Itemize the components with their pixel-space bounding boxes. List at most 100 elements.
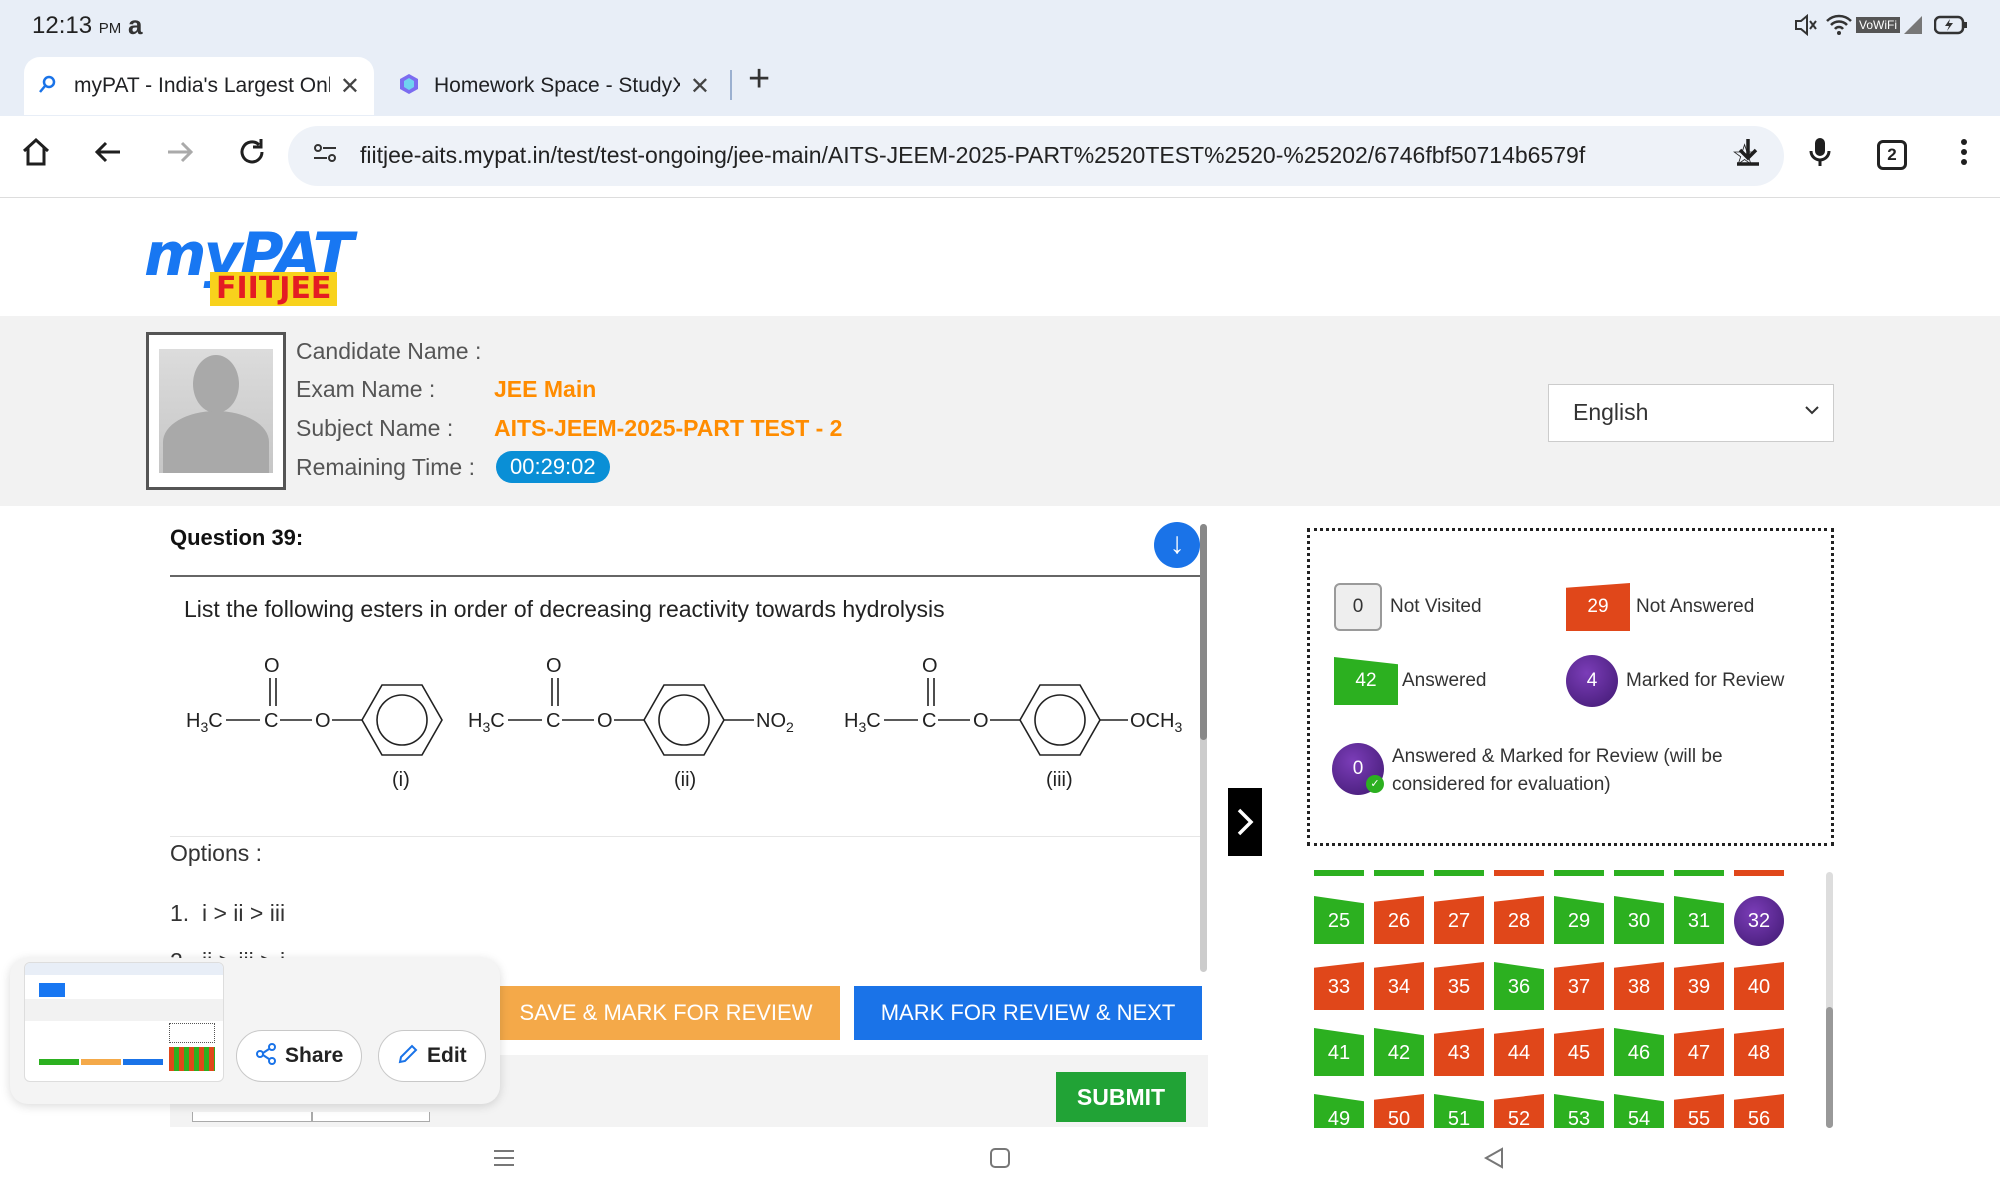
not-visited-label: Not Visited (1390, 596, 1482, 617)
submit-button[interactable]: SUBMIT (1056, 1072, 1186, 1122)
structure-ii: H3C C O O NO2 (ii) (468, 655, 794, 791)
structure-label-i: (i) (392, 769, 410, 791)
palette-question-button[interactable]: 52 (1494, 1094, 1544, 1128)
palette-question-button-partial[interactable] (1374, 870, 1424, 876)
palette-question-button[interactable]: 51 (1434, 1094, 1484, 1128)
palette-question-button[interactable]: 48 (1734, 1028, 1784, 1076)
palette-question-button[interactable]: 49 (1314, 1094, 1364, 1128)
home-icon[interactable] (14, 136, 58, 176)
palette-question-button[interactable]: 34 (1374, 962, 1424, 1010)
palette-question-button[interactable]: 43 (1434, 1028, 1484, 1076)
screenshot-thumbnail[interactable] (24, 962, 224, 1082)
palette-question-button[interactable]: 42 (1374, 1028, 1424, 1076)
language-select[interactable]: English (1548, 384, 1834, 442)
palette-question-button[interactable]: 46 (1614, 1028, 1664, 1076)
back-icon[interactable] (86, 136, 130, 176)
palette-question-button[interactable]: 45 (1554, 1028, 1604, 1076)
svg-text:H3C: H3C (468, 710, 505, 735)
scroll-down-icon[interactable]: ↓ (1154, 522, 1200, 568)
remaining-time-value: 00:29:02 (496, 451, 610, 483)
mypat-logo[interactable]: myPAT FIITJEE (144, 212, 354, 308)
tab-studyx[interactable]: Homework Space - StudyX ✕ (384, 57, 724, 115)
back-nav-icon[interactable] (1482, 1144, 1506, 1178)
palette-question-button-partial[interactable] (1434, 870, 1484, 876)
svg-text:C: C (546, 710, 560, 732)
question-text: List the following esters in order of de… (184, 596, 945, 622)
palette-question-button[interactable]: 30 (1614, 896, 1664, 944)
tab-switcher-button[interactable]: 2 (1877, 140, 1907, 170)
palette-question-button[interactable]: 44 (1494, 1028, 1544, 1076)
palette-question-button[interactable]: 55 (1674, 1094, 1724, 1128)
avatar (146, 332, 286, 490)
answered-marked-label: Answered & Marked for Review (will be co… (1392, 746, 1723, 795)
palette-question-button[interactable]: 31 (1674, 896, 1724, 944)
svg-text:NO2: NO2 (756, 710, 794, 735)
palette-question-button[interactable]: 56 (1734, 1094, 1784, 1128)
svg-text:OCH3: OCH3 (1130, 710, 1182, 735)
palette-question-button-partial[interactable] (1314, 870, 1364, 876)
microphone-icon[interactable] (1798, 136, 1842, 176)
option-1[interactable]: 1. i > ii > iii (170, 900, 285, 927)
edit-button[interactable]: Edit (378, 1030, 486, 1082)
question-scrollbar[interactable] (1200, 524, 1207, 972)
palette-question-button[interactable]: 39 (1674, 962, 1724, 1010)
svg-text:C: C (264, 710, 278, 732)
back-button[interactable] (192, 1112, 312, 1122)
palette-question-button[interactable]: 37 (1554, 962, 1604, 1010)
download-icon[interactable] (1726, 136, 1770, 176)
marked-review-badge: 4 (1566, 655, 1618, 707)
clock-time: 12:13 (32, 12, 93, 39)
address-bar[interactable]: fiitjee-aits.mypat.in/test/test-ongoing/… (288, 126, 1784, 186)
reload-icon[interactable] (230, 136, 274, 176)
question-title: Question 39: (170, 525, 304, 550)
palette-question-button[interactable]: 26 (1374, 896, 1424, 944)
next-button[interactable] (312, 1112, 430, 1122)
palette-question-button[interactable]: 28 (1494, 896, 1544, 944)
palette-scrollbar[interactable] (1826, 872, 1833, 1128)
save-mark-review-button[interactable]: SAVE & MARK FOR REVIEW (492, 986, 840, 1040)
exam-name-value: JEE Main (494, 376, 597, 402)
battery-icon (1933, 14, 1968, 42)
palette-question-button-partial[interactable] (1734, 870, 1784, 876)
palette-question-button-partial[interactable] (1674, 870, 1724, 876)
share-button[interactable]: Share (236, 1030, 363, 1082)
site-info-icon[interactable] (312, 140, 338, 173)
close-icon[interactable]: ✕ (690, 72, 710, 101)
palette-question-button[interactable]: 29 (1554, 896, 1604, 944)
structure-label-iii: (iii) (1046, 769, 1073, 791)
recents-icon[interactable] (492, 1144, 516, 1178)
url-text[interactable]: fiitjee-aits.mypat.in/test/test-ongoing/… (360, 142, 1640, 169)
panel-toggle-button[interactable] (1228, 788, 1262, 856)
palette-question-button[interactable]: 54 (1614, 1094, 1664, 1128)
forward-icon[interactable] (158, 136, 202, 176)
palette-question-button[interactable]: 33 (1314, 962, 1364, 1010)
palette-question-button[interactable]: 41 (1314, 1028, 1364, 1076)
palette-question-button-partial[interactable] (1614, 870, 1664, 876)
chevron-down-icon (1805, 399, 1819, 420)
new-tab-button[interactable]: + (748, 58, 770, 101)
palette-question-button[interactable]: 32 (1734, 896, 1784, 946)
palette-question-button[interactable]: 47 (1674, 1028, 1724, 1076)
svg-text:H3C: H3C (186, 710, 223, 735)
mark-review-next-button[interactable]: MARK FOR REVIEW & NEXT (854, 986, 1202, 1040)
status-bar: 12:13 PM a VoWiFi (0, 0, 2000, 52)
palette-question-button[interactable]: 53 (1554, 1094, 1604, 1128)
palette-question-button[interactable]: 36 (1494, 962, 1544, 1010)
palette-question-button-partial[interactable] (1554, 870, 1604, 876)
palette-question-button[interactable]: 35 (1434, 962, 1484, 1010)
remaining-time-label: Remaining Time : (296, 454, 475, 480)
not-answered-label: Not Answered (1636, 596, 1755, 617)
tab-mypat[interactable]: myPAT - India's Largest Online Test Plat… (24, 57, 374, 115)
palette-question-button[interactable]: 27 (1434, 896, 1484, 944)
search-favicon-icon (38, 74, 60, 99)
menu-icon[interactable] (1942, 136, 1986, 176)
system-nav-bar (0, 1130, 2000, 1200)
palette-question-button-partial[interactable] (1494, 870, 1544, 876)
home-nav-icon[interactable] (988, 1144, 1012, 1178)
palette-question-button[interactable]: 38 (1614, 962, 1664, 1010)
palette-question-button[interactable]: 50 (1374, 1094, 1424, 1128)
palette-question-button[interactable]: 40 (1734, 962, 1784, 1010)
tab-title: myPAT - India's Largest Online Test Plat… (74, 74, 330, 97)
close-icon[interactable]: ✕ (340, 72, 360, 101)
palette-question-button[interactable]: 25 (1314, 896, 1364, 944)
